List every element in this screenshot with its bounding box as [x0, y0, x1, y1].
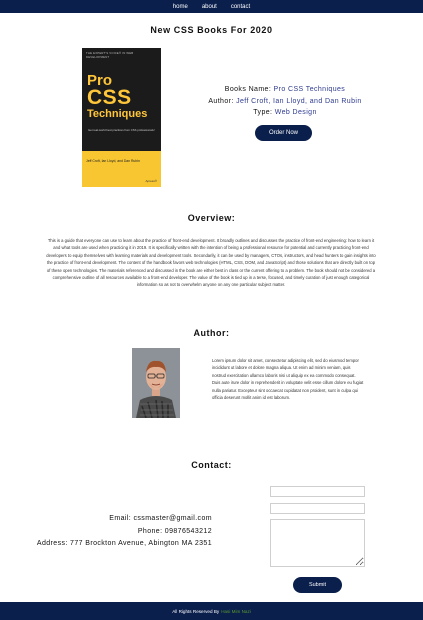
book-author-label: Author: [208, 97, 234, 105]
cover-series-text: THE EXPERT'S VOICE® IN WEB DEVELOPMENT [86, 51, 134, 59]
contact-details: Email: cssmaster@gmail.com Phone: 098765… [20, 513, 212, 551]
nav-link-about[interactable]: about [202, 4, 217, 10]
top-navbar: home about contact [0, 0, 423, 13]
message-field[interactable] [270, 519, 365, 567]
overview-heading: Overview: [187, 213, 236, 223]
nav-link-home[interactable]: home [173, 4, 188, 10]
book-name-row: Books Name: Pro CSS Techniques [200, 84, 370, 96]
order-now-button[interactable]: Order Now [255, 125, 312, 141]
book-author-value: Jeff Croft, Ian Lloyd, and Dan Rubin [236, 97, 362, 105]
book-type-value: Web Design [274, 109, 317, 116]
contact-email: Email: cssmaster@gmail.com [109, 515, 212, 522]
author-bio: Lorem ipsum dolor sit amet, consectetur … [212, 358, 364, 401]
contact-heading: Contact: [191, 460, 232, 470]
footer-author-link[interactable]: Hasi Mim Nazi [221, 609, 251, 614]
overview-text: This is a guide that everyone can use to… [46, 238, 376, 288]
author-portrait-graphic [132, 348, 180, 418]
book-cover-image: THE EXPERT'S VOICE® IN WEB DEVELOPMENT P… [82, 48, 161, 187]
footer-text: All Rights Reserved By [172, 608, 220, 614]
book-name-value: Pro CSS Techniques [273, 86, 346, 93]
cover-subtitle: Get real-world best practices from CSS p… [88, 128, 155, 132]
contact-address: Address: 777 Brockton Avenue, Abington M… [36, 540, 212, 547]
footer: All Rights Reserved By Hasi Mim Nazi [0, 602, 423, 620]
email-field[interactable] [270, 503, 365, 514]
nav-link-contact[interactable]: contact [231, 4, 250, 10]
author-heading: Author: [193, 328, 230, 338]
cover-yellow-band: Jeff Croft, Ian Lloyd, and Dan Rubin Apr… [82, 151, 161, 187]
book-name-label: Books Name: [224, 86, 272, 93]
cover-title-techniques: Techniques [87, 108, 148, 120]
book-author-row: Author: Jeff Croft, Ian Lloyd, and Dan R… [200, 96, 370, 108]
contact-phone: Phone: 09876543212 [137, 527, 212, 535]
name-field[interactable] [270, 486, 365, 497]
submit-button[interactable]: Submit [293, 577, 342, 593]
book-type-row: Type: Web Design [200, 107, 370, 119]
cover-title-css: CSS [87, 86, 132, 109]
cover-authors: Jeff Croft, Ian Lloyd, and Dan Rubin [86, 159, 140, 163]
book-type-label: Type: [253, 109, 273, 116]
cover-title-pro: Pro [87, 72, 113, 89]
book-info: Books Name: Pro CSS Techniques Author: J… [200, 84, 370, 119]
page-title: New CSS Books For 2020 [150, 25, 273, 35]
cover-publisher-logo: Apress® [145, 179, 157, 183]
author-photo [132, 348, 180, 418]
